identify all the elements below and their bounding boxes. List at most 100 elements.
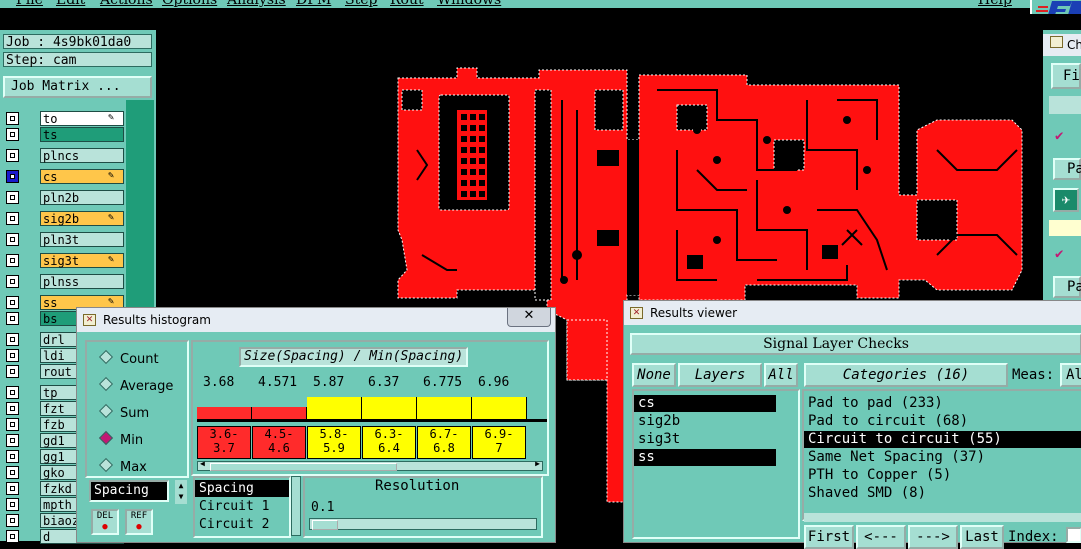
histogram-bar[interactable]	[472, 397, 527, 419]
chart-hscrollbar[interactable]: ◀ ▶	[197, 459, 543, 471]
layer-name[interactable]: plncs	[40, 148, 124, 163]
layer-checkbox[interactable]	[6, 254, 19, 267]
scroll-left-icon[interactable]: ◀	[200, 459, 205, 468]
layer-checkbox[interactable]	[6, 312, 19, 325]
category-hscrollbar[interactable]	[804, 513, 1081, 522]
mode-radio[interactable]: Min	[98, 430, 143, 448]
menu-step[interactable]: Step	[345, 0, 377, 8]
bar-range-label[interactable]: 6.7- 6.8	[417, 426, 471, 459]
layer-name[interactable]: pln2b	[40, 190, 124, 205]
layers-button[interactable]: Layers	[678, 363, 762, 387]
result-layer-item[interactable]: cs	[634, 395, 776, 412]
layer-checkbox[interactable]	[6, 402, 19, 415]
del-dot-icon: ●	[102, 522, 108, 532]
layer-checkbox[interactable]	[6, 233, 19, 246]
result-layer-item[interactable]: sig3t	[634, 431, 776, 448]
menu-analysis[interactable]: Analysis	[227, 0, 286, 8]
layer-checkbox[interactable]	[6, 482, 19, 495]
first-button[interactable]: First	[804, 525, 854, 549]
next-button[interactable]: --->	[908, 525, 958, 549]
category-item[interactable]: Shaved SMD (8)	[804, 485, 1081, 502]
histogram-bar[interactable]	[417, 397, 472, 419]
index-label: Index:	[1008, 529, 1059, 545]
layer-name[interactable]: pln3t	[40, 232, 124, 247]
layer-checkbox[interactable]	[6, 365, 19, 378]
result-layer-item[interactable]: sig2b	[634, 413, 776, 430]
layer-checkbox[interactable]	[6, 434, 19, 447]
results-viewer-titlebar[interactable]: ✕ Results viewer	[624, 301, 1081, 325]
none-button[interactable]: None	[632, 363, 676, 387]
layer-checkbox[interactable]	[6, 191, 19, 204]
category-item[interactable]: PTH to Copper (5)	[804, 467, 1081, 484]
category-item[interactable]: Pad to pad (233)	[804, 395, 1081, 412]
layer-checkbox[interactable]	[6, 514, 19, 527]
right-pa-button-1[interactable]: Pa	[1053, 158, 1081, 180]
layer-checkbox[interactable]	[6, 349, 19, 362]
histogram-bar[interactable]	[307, 397, 362, 419]
run-icon[interactable]: ✈	[1053, 188, 1079, 212]
bar-range-label[interactable]: 3.6- 3.7	[197, 426, 251, 459]
bar-range-label[interactable]: 4.5- 4.6	[252, 426, 306, 459]
last-button[interactable]: Last	[960, 525, 1004, 549]
layer-checkbox[interactable]	[6, 450, 19, 463]
layer-checkbox[interactable]	[6, 498, 19, 511]
menu-windows[interactable]: Windows	[437, 0, 501, 8]
scroll-thumb[interactable]	[210, 463, 397, 471]
result-layer-item[interactable]: ss	[634, 449, 776, 466]
mode-radio[interactable]: Max	[98, 457, 147, 475]
layer-checkbox[interactable]	[6, 418, 19, 431]
metric-item[interactable]: Spacing	[195, 480, 289, 497]
metric-item[interactable]: Circuit 2	[195, 516, 289, 533]
job-matrix-button[interactable]: Job Matrix ...	[3, 76, 152, 98]
layer-checkbox[interactable]	[6, 275, 19, 288]
category-item[interactable]: Same Net Spacing (37)	[804, 449, 1081, 466]
menu-file[interactable]: File	[16, 0, 43, 8]
metric-list-scrollbar[interactable]	[291, 476, 301, 536]
resolution-slider-thumb[interactable]	[312, 520, 338, 530]
category-item[interactable]: Pad to circuit (68)	[804, 413, 1081, 430]
menu-options[interactable]: Options	[162, 0, 217, 8]
menu-dfm[interactable]: DFM	[296, 0, 331, 8]
category-item[interactable]: Circuit to circuit (55)	[804, 431, 1081, 448]
layer-checkbox[interactable]	[6, 112, 19, 125]
layer-checkbox[interactable]	[6, 170, 19, 183]
layer-checkbox[interactable]	[6, 333, 19, 346]
histogram-bar[interactable]	[362, 397, 417, 419]
layer-name[interactable]: plnss	[40, 274, 124, 289]
categories-button[interactable]: Categories (16)	[804, 363, 1008, 387]
ref-button[interactable]: REF ●	[125, 509, 153, 535]
layer-checkbox[interactable]	[6, 530, 19, 543]
layer-checkbox[interactable]	[6, 212, 19, 225]
layer-checkbox[interactable]	[6, 128, 19, 141]
all-button[interactable]: All	[764, 363, 798, 387]
mode-radio[interactable]: Sum	[98, 403, 149, 421]
del-button[interactable]: DEL ●	[91, 509, 119, 535]
right-pa-button-2[interactable]: Pa	[1053, 276, 1081, 298]
layer-checkbox[interactable]	[6, 296, 19, 309]
spacing-spinner[interactable]: ▲ ▼	[175, 480, 187, 504]
close-button[interactable]: ✕	[507, 308, 551, 327]
layer-name[interactable]: ts	[40, 127, 124, 142]
layer-checkbox[interactable]	[6, 466, 19, 479]
meas-select[interactable]: Al	[1060, 363, 1081, 387]
spacing-field[interactable]: Spacing	[89, 480, 169, 502]
resolution-slider[interactable]	[309, 518, 537, 530]
prev-button[interactable]: <---	[856, 525, 906, 549]
histogram-titlebar[interactable]: ✕ Results histogram ✕	[77, 308, 555, 332]
mode-radio[interactable]: Average	[98, 376, 173, 394]
mode-radio[interactable]: Count	[98, 349, 159, 367]
scroll-right-icon[interactable]: ▶	[535, 459, 540, 468]
histogram-bar[interactable]	[252, 407, 307, 419]
layer-checkbox[interactable]	[6, 386, 19, 399]
menu-actions[interactable]: Actions	[100, 0, 153, 8]
menu-rout[interactable]: Rout	[390, 0, 424, 8]
histogram-bar[interactable]	[197, 407, 252, 419]
bar-range-label[interactable]: 5.8- 5.9	[307, 426, 361, 459]
metric-item[interactable]: Circuit 1	[195, 498, 289, 515]
right-file-menu[interactable]: Fil	[1051, 63, 1081, 89]
bar-range-label[interactable]: 6.9- 7	[472, 426, 526, 459]
bar-range-label[interactable]: 6.3- 6.4	[362, 426, 416, 459]
menu-help[interactable]: Help	[978, 0, 1012, 8]
layer-checkbox[interactable]	[6, 149, 19, 162]
menu-edit[interactable]: Edit	[56, 0, 85, 8]
